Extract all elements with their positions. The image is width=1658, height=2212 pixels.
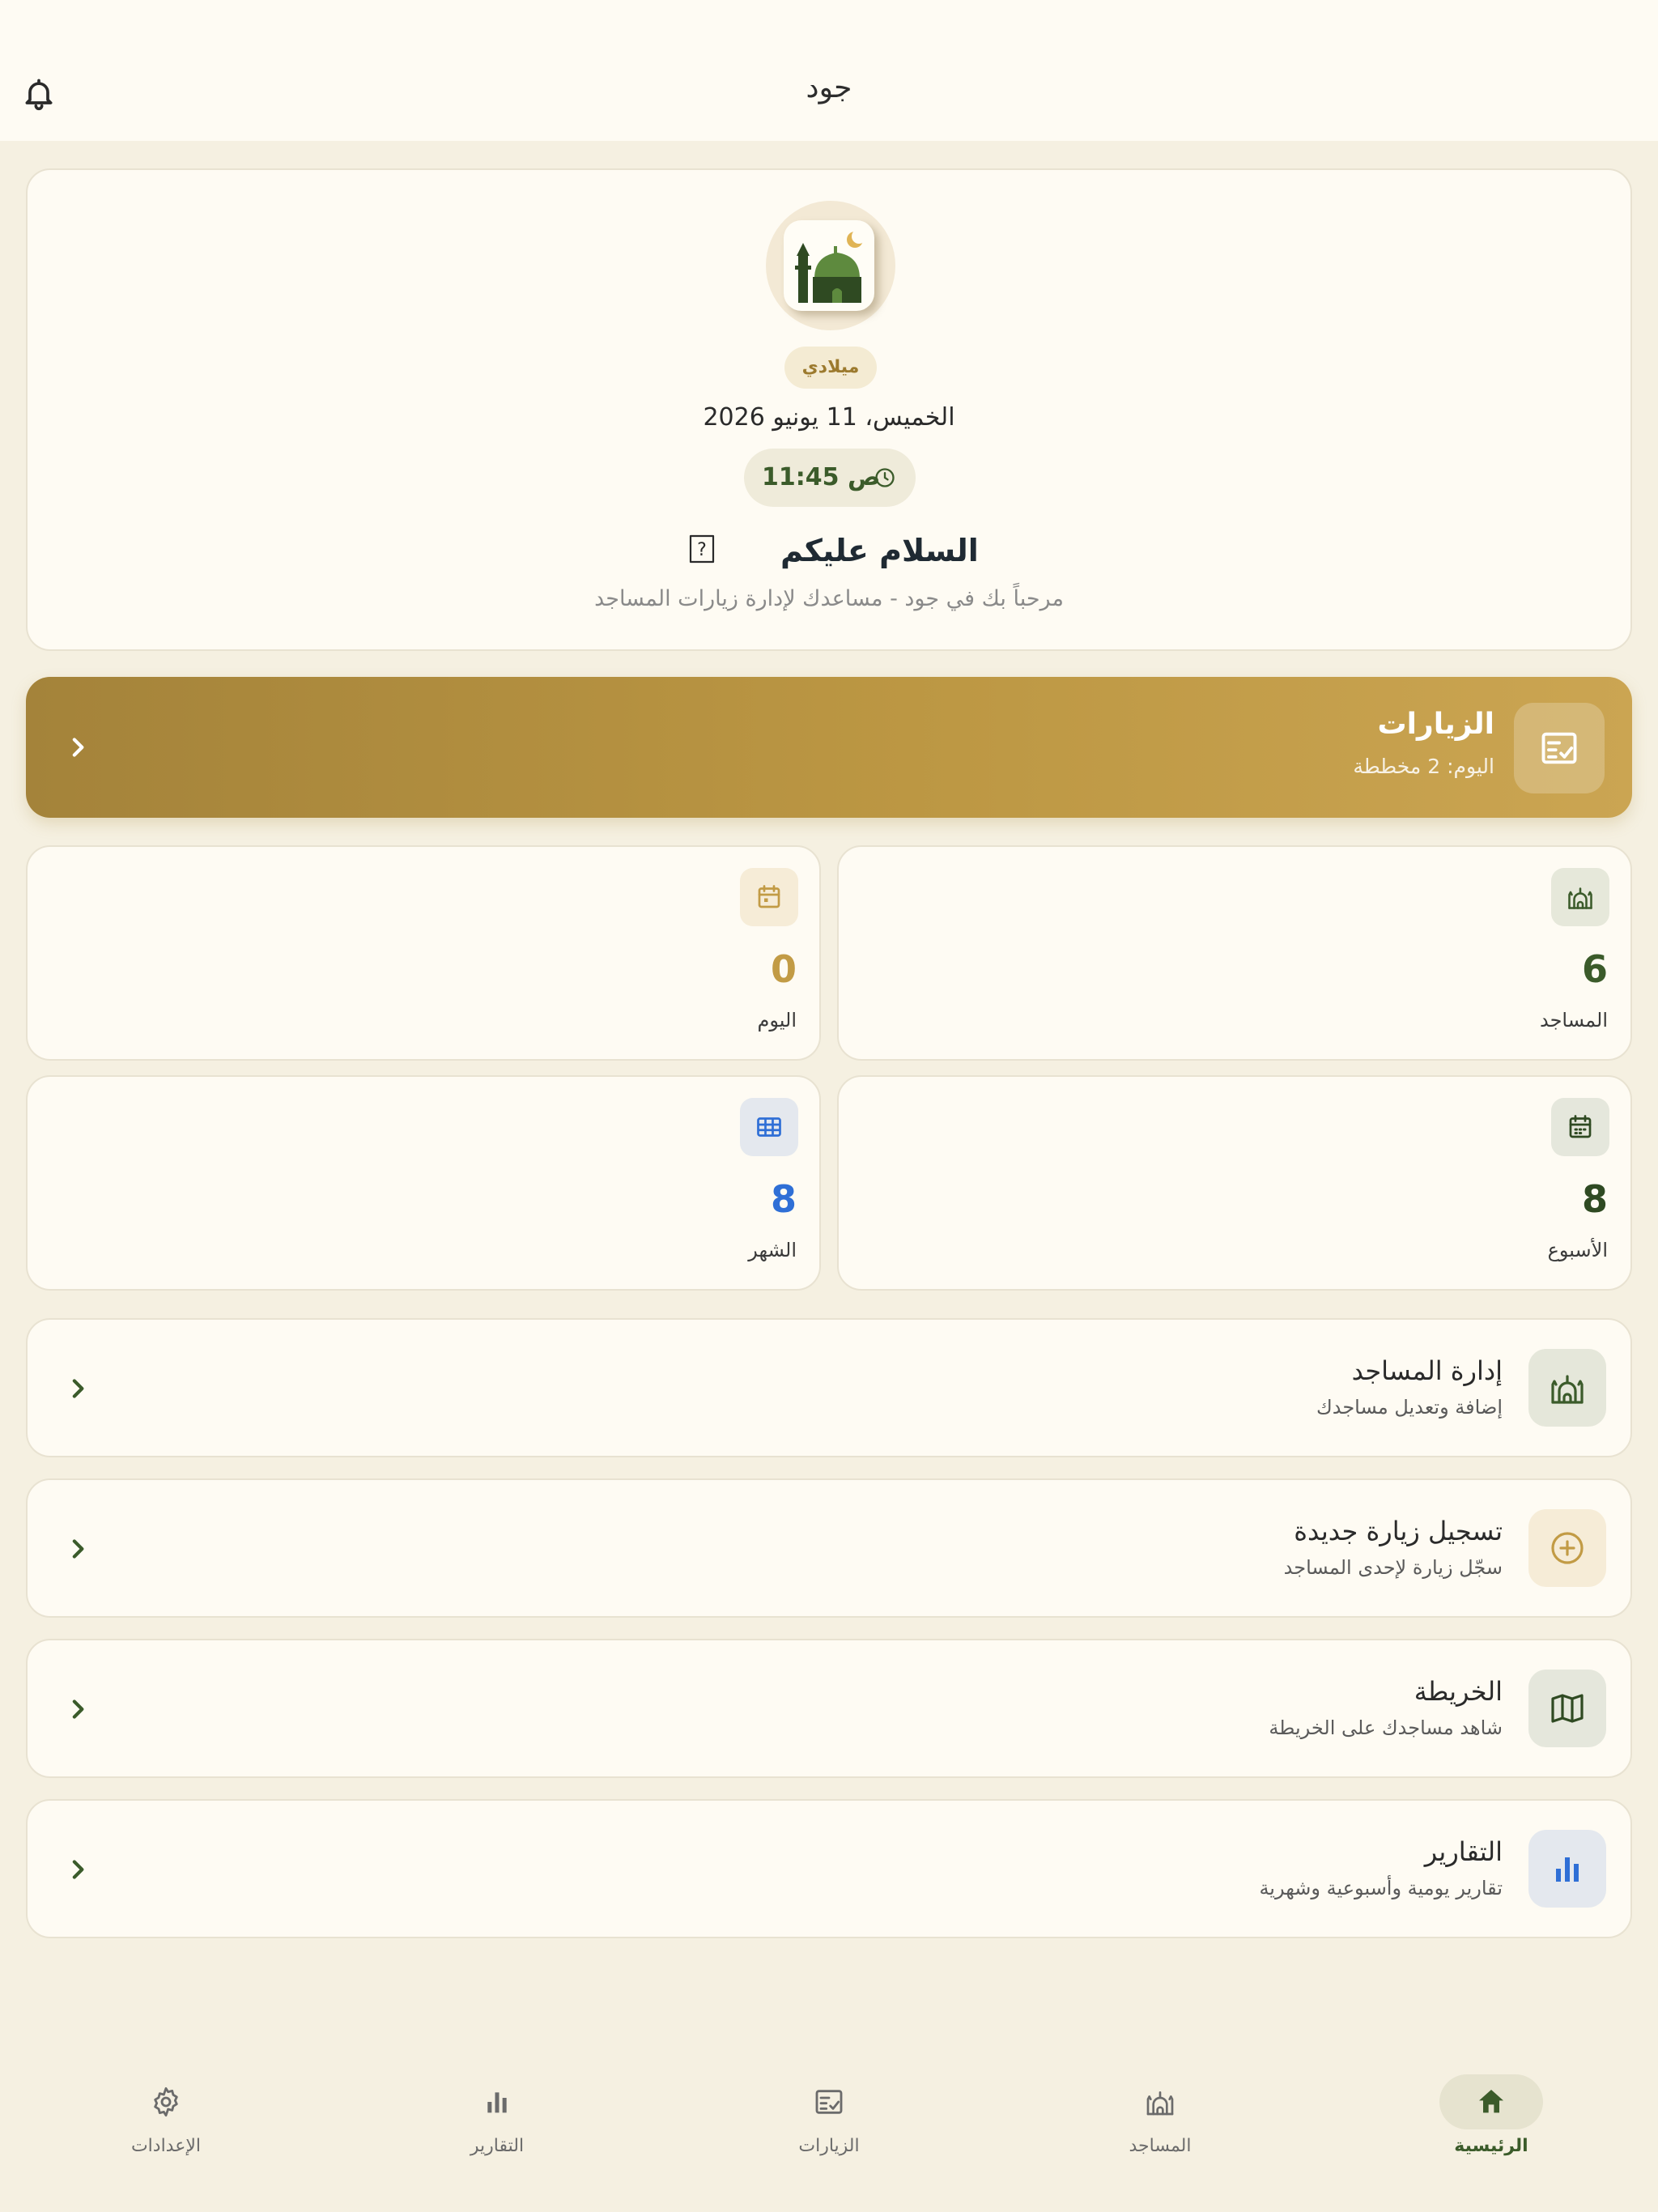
mosque-icon <box>1551 868 1609 926</box>
chevron-left-icon <box>72 1539 84 1559</box>
menu-title: التقارير <box>1424 1836 1503 1867</box>
grid-icon <box>740 1098 798 1156</box>
stat-card-month[interactable]: 8 الشهر <box>26 1075 821 1291</box>
stat-value-month: 8 <box>770 1177 797 1221</box>
welcome-card: ميلادي الخميس، 11 يونيو 2026 11:45 ص الس… <box>26 168 1632 651</box>
chevron-left-icon <box>72 1379 84 1398</box>
calendar-type-badge[interactable]: ميلادي <box>784 347 877 389</box>
chevron-left-icon <box>72 1860 84 1879</box>
nav-item-settings[interactable]: الإعدادات <box>85 2069 247 2159</box>
menu-map[interactable]: الخريطة شاهد مساجدك على الخريطة <box>26 1639 1632 1778</box>
app-title: جود <box>806 71 852 104</box>
nav-label: الرئيسية <box>1454 2136 1528 2156</box>
mosque-icon <box>1528 1349 1606 1427</box>
add-circle-icon <box>1528 1509 1606 1587</box>
greeting-title: السلام عليكم <box>780 533 979 568</box>
current-date: الخميس، 11 يونيو 2026 <box>703 403 955 432</box>
menu-subtitle: سجّل زيارة لإحدى المساجد <box>1283 1556 1503 1579</box>
menu-subtitle: تقارير يومية وأسبوعية وشهرية <box>1259 1877 1503 1899</box>
home-icon <box>1439 2074 1543 2129</box>
menu-subtitle: شاهد مساجدك على الخريطة <box>1269 1716 1503 1739</box>
welcome-message: مرحباً بك في جود - مساعدك لإدارة زيارات … <box>594 586 1064 611</box>
checklist-icon <box>777 2074 881 2129</box>
chevron-left-icon <box>72 738 84 757</box>
clock-icon <box>875 468 895 487</box>
nav-item-visits[interactable]: الزيارات <box>748 2069 910 2159</box>
visits-banner[interactable]: الزيارات اليوم: 2 مخططة <box>26 677 1632 818</box>
nav-label: المساجد <box>1129 2136 1192 2156</box>
menu-title: الخريطة <box>1414 1676 1503 1707</box>
stat-label-today: اليوم <box>757 1009 797 1032</box>
nav-label: الإعدادات <box>130 2136 202 2156</box>
menu-reports[interactable]: التقارير تقارير يومية وأسبوعية وشهرية <box>26 1799 1632 1938</box>
app-logo <box>766 201 895 330</box>
bar-chart-icon <box>445 2074 549 2129</box>
bell-icon[interactable] <box>21 76 57 112</box>
calendar-today-icon <box>740 868 798 926</box>
current-time: 11:45 ص <box>762 463 881 491</box>
stat-value-week: 8 <box>1581 1177 1608 1221</box>
stat-label-week: الأسبوع <box>1547 1239 1608 1261</box>
stat-card-today[interactable]: 0 اليوم <box>26 845 821 1061</box>
chevron-left-icon <box>72 1699 84 1719</box>
bar-chart-icon <box>1528 1830 1606 1908</box>
stat-label-month: الشهر <box>748 1239 797 1261</box>
checklist-icon <box>1514 703 1605 793</box>
calendar-week-icon <box>1551 1098 1609 1156</box>
visits-subtitle: اليوم: 2 مخططة <box>1353 755 1494 778</box>
menu-manage-mosques[interactable]: إدارة المساجد إضافة وتعديل مساجدك <box>26 1318 1632 1457</box>
map-icon <box>1528 1670 1606 1747</box>
nav-item-mosques[interactable]: المساجد <box>1079 2069 1241 2159</box>
stat-card-week[interactable]: 8 الأسبوع <box>837 1075 1632 1291</box>
menu-title: تسجيل زيارة جديدة <box>1294 1516 1503 1546</box>
stat-card-mosques[interactable]: 6 المساجد <box>837 845 1632 1061</box>
menu-title: إدارة المساجد <box>1351 1355 1503 1386</box>
stat-value-mosques: 6 <box>1581 947 1608 991</box>
current-time-pill: 11:45 ص <box>744 449 916 507</box>
menu-new-visit[interactable]: تسجيل زيارة جديدة سجّل زيارة لإحدى المسا… <box>26 1478 1632 1618</box>
nav-label: الزيارات <box>798 2136 860 2156</box>
gear-icon <box>114 2074 218 2129</box>
nav-item-reports[interactable]: التقارير <box>416 2069 578 2159</box>
menu-subtitle: إضافة وتعديل مساجدك <box>1316 1396 1503 1419</box>
mosque-icon <box>1108 2074 1212 2129</box>
stat-label-mosques: المساجد <box>1539 1009 1608 1032</box>
nav-item-home[interactable]: الرئيسية <box>1410 2069 1572 2159</box>
app-header: جود <box>0 0 1658 141</box>
nav-label: التقارير <box>470 2136 525 2156</box>
visits-title: الزيارات <box>1377 708 1494 741</box>
help-icon[interactable]: ? <box>686 533 718 565</box>
stat-value-today: 0 <box>770 947 797 991</box>
svg-text:?: ? <box>697 540 707 560</box>
mosque-logo-icon <box>784 220 874 311</box>
